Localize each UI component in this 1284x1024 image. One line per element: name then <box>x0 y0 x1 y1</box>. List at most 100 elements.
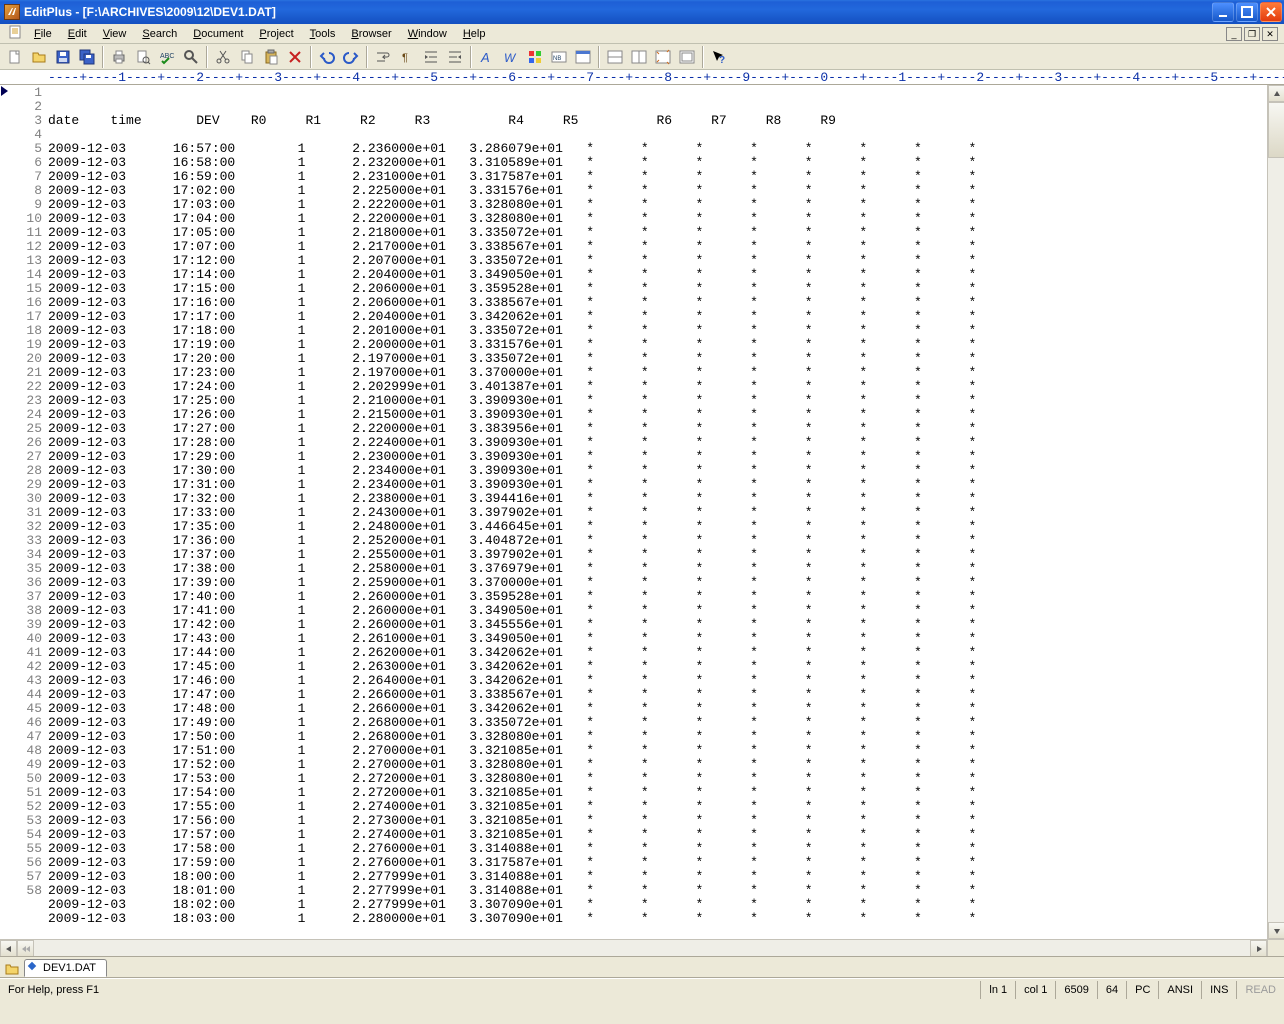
text-line[interactable]: date time DEV R0 R1 R2 R3 R4 R5 R6 R7 R8… <box>48 114 1267 128</box>
text-line[interactable]: 2009-12-03 17:56:00 1 2.273000e+01 3.321… <box>48 814 1267 828</box>
text-line[interactable]: 2009-12-03 17:39:00 1 2.259000e+01 3.370… <box>48 576 1267 590</box>
undo-icon[interactable] <box>316 46 338 68</box>
text-line[interactable]: 2009-12-03 17:35:00 1 2.248000e+01 3.446… <box>48 520 1267 534</box>
text-line[interactable]: 2009-12-03 17:20:00 1 2.197000e+01 3.335… <box>48 352 1267 366</box>
text-line[interactable]: 2009-12-03 17:18:00 1 2.201000e+01 3.335… <box>48 324 1267 338</box>
text-line[interactable]: 2009-12-03 17:24:00 1 2.202999e+01 3.401… <box>48 380 1267 394</box>
text-line[interactable]: 2009-12-03 17:36:00 1 2.252000e+01 3.404… <box>48 534 1267 548</box>
text-line[interactable]: 2009-12-03 17:19:00 1 2.200000e+01 3.331… <box>48 338 1267 352</box>
open-file-icon[interactable] <box>28 46 50 68</box>
split-v-icon[interactable] <box>628 46 650 68</box>
text-line[interactable]: 2009-12-03 17:12:00 1 2.207000e+01 3.335… <box>48 254 1267 268</box>
text-line[interactable]: 2009-12-03 17:29:00 1 2.230000e+01 3.390… <box>48 450 1267 464</box>
save-icon[interactable] <box>52 46 74 68</box>
text-line[interactable]: 2009-12-03 17:45:00 1 2.263000e+01 3.342… <box>48 660 1267 674</box>
text-line[interactable]: 2009-12-03 17:40:00 1 2.260000e+01 3.359… <box>48 590 1267 604</box>
mdi-minimize-button[interactable]: _ <box>1226 27 1242 41</box>
text-line[interactable]: 2009-12-03 17:32:00 1 2.238000e+01 3.394… <box>48 492 1267 506</box>
minimize-button[interactable] <box>1212 2 1234 22</box>
text-line[interactable]: 2009-12-03 17:33:00 1 2.243000e+01 3.397… <box>48 506 1267 520</box>
copy-icon[interactable] <box>236 46 258 68</box>
menu-view[interactable]: View <box>95 26 135 42</box>
text-line[interactable]: 2009-12-03 16:57:00 1 2.236000e+01 3.286… <box>48 142 1267 156</box>
text-line[interactable]: 2009-12-03 17:57:00 1 2.274000e+01 3.321… <box>48 828 1267 842</box>
text-line[interactable]: 2009-12-03 17:46:00 1 2.264000e+01 3.342… <box>48 674 1267 688</box>
text-line[interactable]: 2009-12-03 17:44:00 1 2.262000e+01 3.342… <box>48 646 1267 660</box>
preview-pane-icon[interactable] <box>572 46 594 68</box>
text-line[interactable]: 2009-12-03 17:43:00 1 2.261000e+01 3.349… <box>48 632 1267 646</box>
text-line[interactable]: 2009-12-03 17:47:00 1 2.266000e+01 3.338… <box>48 688 1267 702</box>
text-line[interactable]: 2009-12-03 18:03:00 1 2.280000e+01 3.307… <box>48 912 1267 926</box>
scroll-track[interactable] <box>1268 102 1284 922</box>
text-line[interactable]: 2009-12-03 17:41:00 1 2.260000e+01 3.349… <box>48 604 1267 618</box>
menu-window[interactable]: Window <box>400 26 455 42</box>
text-line[interactable]: 2009-12-03 16:58:00 1 2.232000e+01 3.310… <box>48 156 1267 170</box>
menu-file[interactable]: File <box>26 26 60 42</box>
vertical-scrollbar[interactable] <box>1267 85 1284 939</box>
save-all-icon[interactable] <box>76 46 98 68</box>
print-preview-icon[interactable] <box>132 46 154 68</box>
scroll-left-button[interactable] <box>0 940 17 956</box>
menu-browser[interactable]: Browser <box>343 26 399 42</box>
cut-icon[interactable] <box>212 46 234 68</box>
nbsp-icon[interactable]: NB <box>548 46 570 68</box>
text-line[interactable]: 2009-12-03 17:16:00 1 2.206000e+01 3.338… <box>48 296 1267 310</box>
color-palette-icon[interactable] <box>524 46 546 68</box>
text-line[interactable]: 2009-12-03 17:49:00 1 2.268000e+01 3.335… <box>48 716 1267 730</box>
text-line[interactable]: 2009-12-03 17:58:00 1 2.276000e+01 3.314… <box>48 842 1267 856</box>
close-button[interactable] <box>1260 2 1282 22</box>
text-line[interactable]: 2009-12-03 17:38:00 1 2.258000e+01 3.376… <box>48 562 1267 576</box>
text-line[interactable]: 2009-12-03 17:15:00 1 2.206000e+01 3.359… <box>48 282 1267 296</box>
scroll-left-fast-button[interactable] <box>17 940 34 956</box>
text-line[interactable]: 2009-12-03 17:25:00 1 2.210000e+01 3.390… <box>48 394 1267 408</box>
new-file-icon[interactable] <box>4 46 26 68</box>
text-line[interactable]: 2009-12-03 17:31:00 1 2.234000e+01 3.390… <box>48 478 1267 492</box>
find-icon[interactable] <box>180 46 202 68</box>
menu-search[interactable]: Search <box>134 26 185 42</box>
wordwrap-icon[interactable] <box>372 46 394 68</box>
outdent-icon[interactable] <box>444 46 466 68</box>
paste-icon[interactable] <box>260 46 282 68</box>
menubar-doc-icon[interactable] <box>4 25 26 42</box>
scroll-down-button[interactable] <box>1268 922 1284 939</box>
text-line[interactable]: 2009-12-03 17:03:00 1 2.222000e+01 3.328… <box>48 198 1267 212</box>
pane-maximize-icon[interactable] <box>676 46 698 68</box>
show-invisibles-icon[interactable]: ¶ <box>396 46 418 68</box>
redo-icon[interactable] <box>340 46 362 68</box>
text-line[interactable]: 2009-12-03 18:01:00 1 2.277999e+01 3.314… <box>48 884 1267 898</box>
menu-document[interactable]: Document <box>185 26 251 42</box>
text-line[interactable]: 2009-12-03 17:53:00 1 2.272000e+01 3.328… <box>48 772 1267 786</box>
text-line[interactable]: 2009-12-03 17:52:00 1 2.270000e+01 3.328… <box>48 758 1267 772</box>
text-line[interactable]: 2009-12-03 17:17:00 1 2.204000e+01 3.342… <box>48 310 1267 324</box>
text-line[interactable]: 2009-12-03 17:48:00 1 2.266000e+01 3.342… <box>48 702 1267 716</box>
text-line[interactable]: 2009-12-03 17:37:00 1 2.255000e+01 3.397… <box>48 548 1267 562</box>
text-line[interactable]: 2009-12-03 18:02:00 1 2.277999e+01 3.307… <box>48 898 1267 912</box>
text-line[interactable] <box>48 128 1267 142</box>
scroll-thumb[interactable] <box>1268 102 1284 158</box>
text-line[interactable]: 2009-12-03 16:59:00 1 2.231000e+01 3.317… <box>48 170 1267 184</box>
mdi-close-button[interactable]: ✕ <box>1262 27 1278 41</box>
print-icon[interactable] <box>108 46 130 68</box>
text-line[interactable]: 2009-12-03 17:27:00 1 2.220000e+01 3.383… <box>48 422 1267 436</box>
browser-mode-icon[interactable]: W <box>500 46 522 68</box>
context-help-icon[interactable]: ? <box>708 46 730 68</box>
text-line[interactable]: 2009-12-03 17:30:00 1 2.234000e+01 3.390… <box>48 464 1267 478</box>
spellcheck-icon[interactable]: ABC <box>156 46 178 68</box>
text-line[interactable]: 2009-12-03 17:02:00 1 2.225000e+01 3.331… <box>48 184 1267 198</box>
delete-icon[interactable] <box>284 46 306 68</box>
maximize-button[interactable] <box>1236 2 1258 22</box>
menu-project[interactable]: Project <box>251 26 301 42</box>
scroll-up-button[interactable] <box>1268 85 1284 102</box>
text-line[interactable]: 2009-12-03 17:14:00 1 2.204000e+01 3.349… <box>48 268 1267 282</box>
text-line[interactable]: 2009-12-03 17:42:00 1 2.260000e+01 3.345… <box>48 618 1267 632</box>
menu-help[interactable]: Help <box>455 26 494 42</box>
menu-tools[interactable]: Tools <box>302 26 344 42</box>
split-h-icon[interactable] <box>604 46 626 68</box>
mdi-restore-button[interactable]: ❐ <box>1244 27 1260 41</box>
text-line[interactable]: 2009-12-03 17:59:00 1 2.276000e+01 3.317… <box>48 856 1267 870</box>
text-line[interactable]: 2009-12-03 17:26:00 1 2.215000e+01 3.390… <box>48 408 1267 422</box>
indent-icon[interactable] <box>420 46 442 68</box>
text-line[interactable]: 2009-12-03 17:50:00 1 2.268000e+01 3.328… <box>48 730 1267 744</box>
text-line[interactable]: 2009-12-03 17:54:00 1 2.272000e+01 3.321… <box>48 786 1267 800</box>
document-tab-dev1[interactable]: DEV1.DAT <box>24 959 107 977</box>
